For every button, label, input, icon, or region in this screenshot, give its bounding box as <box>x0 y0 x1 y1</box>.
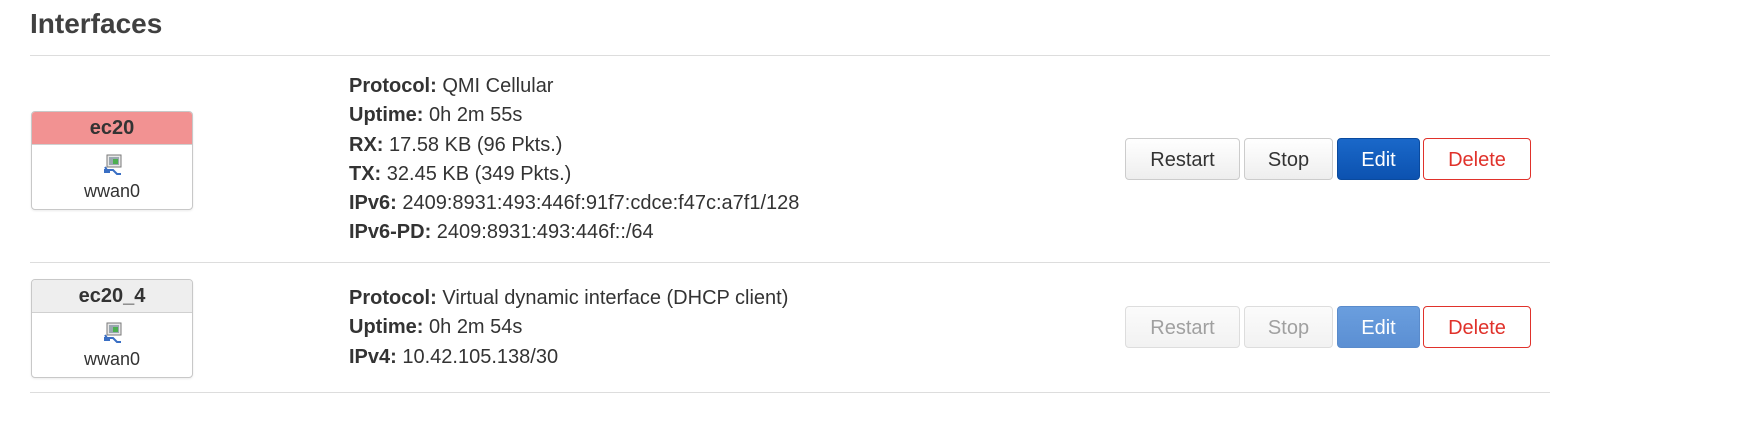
interface-device: wwan0 <box>83 181 141 201</box>
divider <box>30 262 1550 263</box>
interface-details-ec20-4: Protocol: Virtual dynamic interface (DHC… <box>349 284 788 372</box>
detail-ipv6: IPv6: 2409:8931:493:446f:91f7:cdce:f47c:… <box>349 192 800 215</box>
detail-protocol: Protocol: Virtual dynamic interface (DHC… <box>349 287 789 309</box>
detail-ipv6-pd: IPv6-PD: 2409:8931:493:446f::/64 <box>349 221 654 244</box>
edit-button[interactable]: Edit <box>1337 138 1420 180</box>
divider <box>30 55 1550 56</box>
edit-button[interactable]: Edit <box>1337 306 1420 348</box>
detail-ipv4: IPv4: 10.42.105.138/30 <box>349 345 559 368</box>
detail-uptime: Uptime: 0h 2m 55s <box>349 104 523 127</box>
page-title: Interfaces <box>30 8 163 39</box>
interface-badge-ec20[interactable]: ec20 wwan0 <box>31 111 193 210</box>
network-adapter-icon <box>104 154 122 175</box>
divider <box>30 392 1550 393</box>
interface-name: ec20 <box>32 112 192 145</box>
delete-button[interactable]: Delete <box>1423 306 1531 348</box>
stop-button[interactable]: Stop <box>1244 306 1333 348</box>
interface-badge-ec20-4[interactable]: ec20_4 wwan0 <box>31 279 193 378</box>
restart-button[interactable]: Restart <box>1125 138 1240 180</box>
restart-button[interactable]: Restart <box>1125 306 1240 348</box>
stop-button[interactable]: Stop <box>1244 138 1333 180</box>
detail-protocol: Protocol: QMI Cellular <box>349 75 554 97</box>
interface-name: ec20_4 <box>32 280 192 313</box>
interface-details-ec20: Protocol: QMI Cellular Uptime: 0h 2m 55s… <box>349 72 799 248</box>
network-adapter-icon <box>104 322 122 343</box>
delete-button[interactable]: Delete <box>1423 138 1531 180</box>
detail-rx: RX: 17.58 KB (96 Pkts.) <box>349 133 563 156</box>
detail-tx: TX: 32.45 KB (349 Pkts.) <box>349 162 572 185</box>
interface-device: wwan0 <box>83 349 141 369</box>
detail-uptime: Uptime: 0h 2m 54s <box>349 316 523 339</box>
